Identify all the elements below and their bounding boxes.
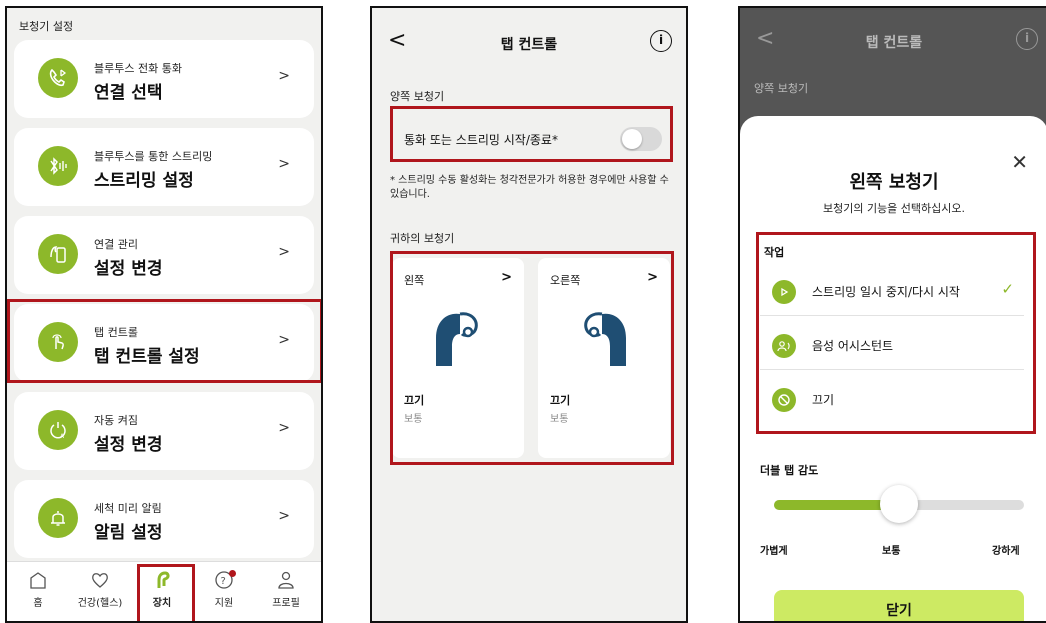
chevron-right-icon: > bbox=[278, 68, 290, 84]
settings-card-connection[interactable]: 연결 관리 설정 변경 > bbox=[14, 216, 314, 294]
nav-label: 장치 bbox=[152, 598, 172, 609]
bluetooth-stream-icon bbox=[38, 146, 78, 186]
nav-health[interactable]: 건강(헬스) bbox=[69, 570, 131, 609]
chevron-right-icon: > bbox=[278, 156, 290, 172]
play-icon bbox=[772, 280, 796, 304]
option-label: 음성 어시스턴트 bbox=[812, 339, 894, 353]
connection-manage-icon bbox=[38, 234, 78, 274]
chevron-right-icon: > bbox=[501, 270, 512, 285]
settings-card-auto-on[interactable]: A 자동 켜짐 설정 변경 > bbox=[14, 392, 314, 470]
notification-dot bbox=[229, 570, 236, 577]
voice-assistant-icon bbox=[772, 334, 796, 358]
right-hearing-aid-card[interactable]: 오른쪽 > 끄기 보통 bbox=[538, 258, 670, 458]
option-streaming-pause-resume[interactable]: 스트리밍 일시 중지/다시 시작 ✓ bbox=[760, 266, 1024, 316]
tap-action-value: 끄기 bbox=[550, 394, 571, 407]
top-bar: < 탭 컨트롤 i bbox=[372, 8, 686, 72]
card-title: 설정 변경 bbox=[94, 259, 163, 279]
prohibit-icon bbox=[772, 388, 796, 412]
page-title: 탭 컨트롤 bbox=[865, 35, 923, 51]
alarm-bell-icon bbox=[38, 498, 78, 538]
chevron-right-icon: > bbox=[278, 332, 290, 348]
slider-thumb[interactable] bbox=[880, 485, 918, 523]
page-title: 탭 컨트롤 bbox=[500, 37, 558, 53]
phone-bluetooth-icon bbox=[38, 58, 78, 98]
streaming-toggle[interactable] bbox=[620, 127, 662, 151]
svg-text:?: ? bbox=[221, 576, 226, 587]
page-title: 보청기 설정 bbox=[19, 20, 74, 33]
nav-label: 건강(헬스) bbox=[77, 598, 123, 609]
settings-screen: 보청기 설정 블루투스 전화 통화 연결 선택 > 블루투스를 통한 스트리밍 … bbox=[5, 6, 323, 623]
nav-label: 홈 bbox=[33, 598, 43, 609]
nav-home[interactable]: 홈 bbox=[7, 570, 69, 609]
bottom-nav: 홈 건강(헬스) 장치 ? 지원 프로필 bbox=[7, 561, 321, 621]
slider-label-high: 강하게 bbox=[992, 546, 1020, 557]
tap-hand-icon bbox=[38, 322, 78, 362]
nav-device[interactable]: 장치 bbox=[131, 570, 193, 609]
left-hearing-aid-icon bbox=[436, 312, 478, 366]
double-tap-label: 더블 탭 감도 bbox=[760, 464, 819, 477]
side-label: 오른쪽 bbox=[550, 274, 581, 287]
info-icon[interactable]: i bbox=[650, 30, 672, 52]
nav-label: 프로필 bbox=[272, 598, 300, 609]
card-title: 스트리밍 설정 bbox=[94, 171, 194, 191]
right-hearing-aid-icon bbox=[584, 312, 626, 366]
dimmed-background: < 탭 컨트롤 i 양쪽 보청기 bbox=[740, 8, 1046, 118]
heart-icon bbox=[92, 573, 108, 588]
settings-card-tap-control[interactable]: 탭 컨트롤 탭 컨트롤 설정 > bbox=[14, 304, 314, 382]
left-hearing-aid-card[interactable]: 왼쪽 > 끄기 보통 bbox=[392, 258, 524, 458]
hearing-aid-icon bbox=[157, 571, 170, 588]
nav-label: 지원 bbox=[214, 598, 234, 609]
chevron-right-icon: > bbox=[278, 508, 290, 524]
tap-action-value: 끄기 bbox=[404, 394, 425, 407]
option-voice-assistant[interactable]: 음성 어시스턴트 bbox=[760, 320, 1024, 370]
sheet-subtitle: 보청기의 기능을 선택하십시오. bbox=[822, 202, 966, 215]
option-label: 끄기 bbox=[812, 393, 835, 407]
footnote: * 스트리밍 수동 활성화는 청각전문가가 허용한 경우에만 사용할 수 있습니… bbox=[390, 175, 669, 200]
option-off[interactable]: 끄기 bbox=[760, 374, 1024, 424]
card-subtitle: 블루투스 전화 통화 bbox=[94, 62, 182, 75]
bottom-sheet: ✕ 왼쪽 보청기 보청기의 기능을 선택하십시오. 작업 스트리밍 일시 중지/… bbox=[740, 116, 1046, 621]
settings-card-streaming[interactable]: 블루투스를 통한 스트리밍 스트리밍 설정 > bbox=[14, 128, 314, 206]
nav-profile[interactable]: 프로필 bbox=[255, 570, 317, 609]
action-label: 작업 bbox=[764, 246, 785, 259]
streaming-toggle-row[interactable]: 통화 또는 스트리밍 시작/종료* bbox=[390, 116, 672, 162]
close-button[interactable]: 닫기 bbox=[774, 590, 1024, 621]
check-icon: ✓ bbox=[1001, 280, 1014, 298]
sensitivity-slider[interactable] bbox=[774, 485, 1024, 523]
chevron-right-icon: > bbox=[278, 244, 290, 260]
card-subtitle: 연결 관리 bbox=[94, 238, 138, 251]
toggle-knob bbox=[622, 129, 642, 149]
sheet-title: 왼쪽 보청기 bbox=[849, 172, 939, 193]
slider-label-low: 가볍게 bbox=[760, 546, 788, 557]
chevron-right-icon: > bbox=[647, 270, 658, 285]
slider-label-mid: 보통 bbox=[882, 546, 901, 557]
card-title: 탭 컨트롤 설정 bbox=[94, 347, 200, 367]
card-title: 연결 선택 bbox=[94, 83, 163, 103]
settings-card-cleaning-reminder[interactable]: 세척 미리 알림 알림 설정 > bbox=[14, 480, 314, 558]
auto-power-icon: A bbox=[38, 410, 78, 450]
tap-control-screen: < 탭 컨트롤 i 양쪽 보청기 통화 또는 스트리밍 시작/종료* * 스트리… bbox=[370, 6, 688, 623]
option-label: 스트리밍 일시 중지/다시 시작 bbox=[812, 285, 960, 299]
card-title: 알림 설정 bbox=[94, 523, 163, 543]
card-subtitle: 세척 미리 알림 bbox=[94, 502, 162, 515]
nav-support[interactable]: ? 지원 bbox=[193, 570, 255, 609]
info-icon: i bbox=[1016, 28, 1038, 50]
card-title: 설정 변경 bbox=[94, 435, 163, 455]
section-label: 귀하의 보청기 bbox=[390, 232, 455, 245]
left-hearing-aid-sheet-screen: < 탭 컨트롤 i 양쪽 보청기 ✕ 왼쪽 보청기 보청기의 기능을 선택하십시… bbox=[738, 6, 1046, 623]
toggle-label: 통화 또는 스트리밍 시작/종료* bbox=[404, 133, 558, 147]
home-icon bbox=[30, 572, 46, 589]
card-subtitle: 탭 컨트롤 bbox=[94, 326, 138, 339]
side-label: 왼쪽 bbox=[404, 274, 425, 287]
section-label: 양쪽 보청기 bbox=[754, 82, 809, 95]
sensitivity-value: 보통 bbox=[550, 414, 569, 425]
sensitivity-value: 보통 bbox=[404, 414, 423, 425]
settings-card-bluetooth-call[interactable]: 블루투스 전화 통화 연결 선택 > bbox=[14, 40, 314, 118]
card-subtitle: 자동 켜짐 bbox=[94, 414, 138, 427]
chevron-right-icon: > bbox=[278, 420, 290, 436]
person-icon bbox=[278, 571, 294, 589]
card-subtitle: 블루투스를 통한 스트리밍 bbox=[94, 150, 213, 163]
section-label: 양쪽 보청기 bbox=[390, 90, 445, 103]
